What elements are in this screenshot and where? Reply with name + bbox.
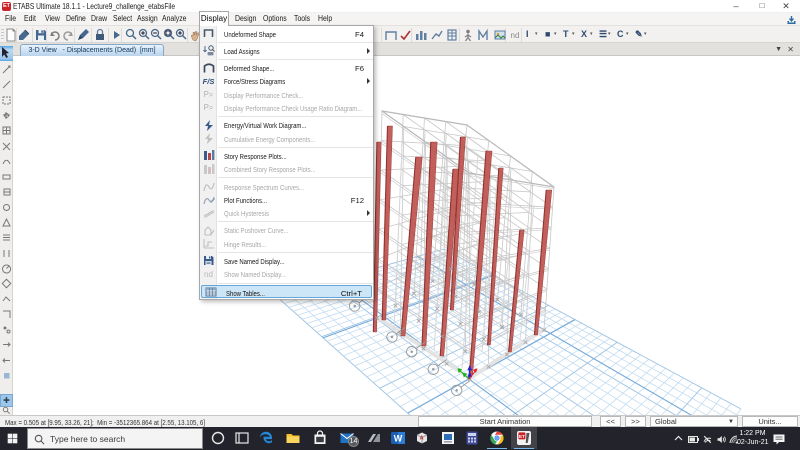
svg-text:nd: nd	[511, 31, 520, 40]
svg-text:W: W	[394, 434, 403, 444]
svg-text:A: A	[420, 436, 424, 442]
svg-text:ET: ET	[519, 434, 525, 439]
